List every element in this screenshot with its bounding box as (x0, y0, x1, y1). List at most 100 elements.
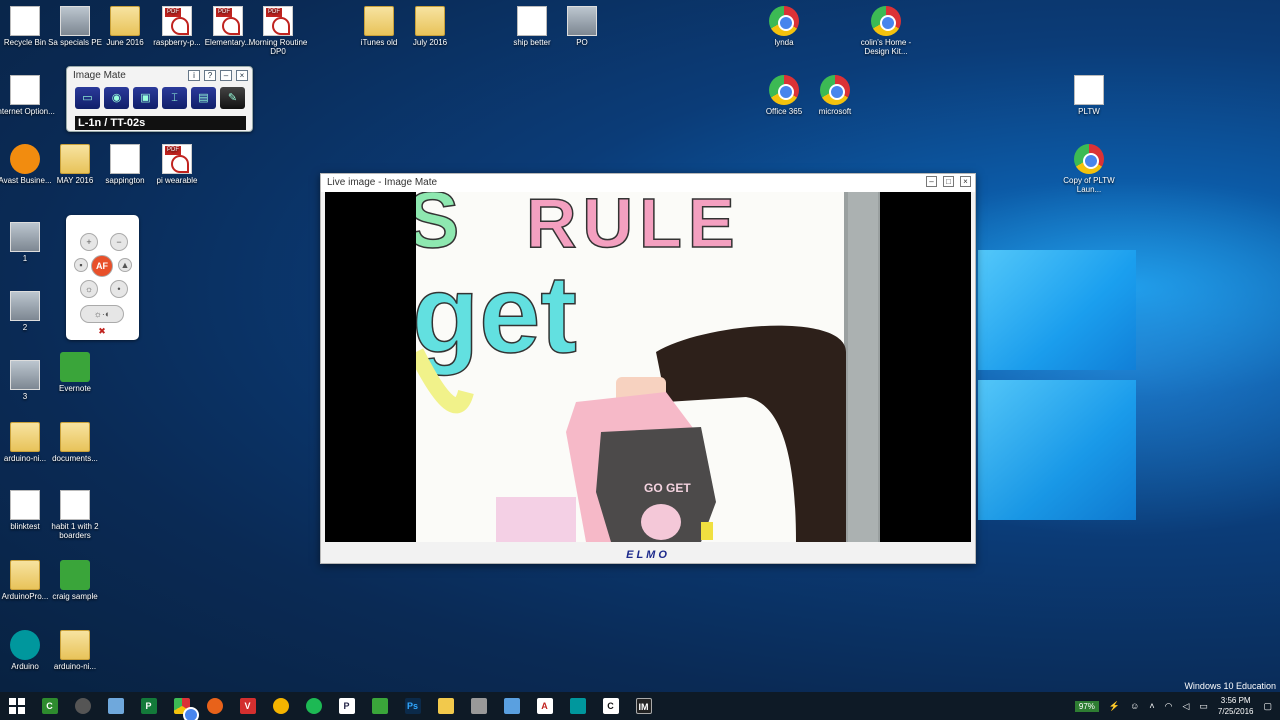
maximize-icon[interactable]: □ (943, 176, 954, 187)
autofocus-button[interactable]: AF (91, 255, 113, 277)
close-icon[interactable]: × (960, 176, 971, 187)
close-icon[interactable]: × (236, 70, 248, 81)
taskbar-app-camtasia[interactable]: C (33, 692, 66, 720)
close-icon[interactable]: ✖ (97, 326, 107, 336)
desktop-icon[interactable]: colin's Home - Design Kit... (854, 6, 918, 56)
desktop-icon[interactable]: Morning Routine DP0 (246, 6, 310, 56)
freeze-icon[interactable]: ▪ (74, 258, 88, 272)
desktop-icon-label: craig sample (52, 592, 98, 601)
thumb-icon (567, 6, 597, 36)
user-icon[interactable]: ☺ (1130, 701, 1139, 711)
desktop-icon-label: pi wearable (156, 176, 198, 185)
start-button[interactable] (0, 692, 33, 720)
taskbar-app-store[interactable] (462, 692, 495, 720)
cortana-icon (74, 698, 91, 714)
minimize-icon[interactable]: – (220, 70, 232, 81)
desktop-icon[interactable]: arduino-ni... (43, 630, 107, 671)
zoom-out-icon[interactable]: − (110, 233, 128, 251)
image-mate-icon: IM (635, 698, 652, 714)
green-icon (60, 560, 90, 590)
taskbar-app-chrome[interactable] (165, 692, 199, 720)
desktop-icon[interactable]: lynda (752, 6, 816, 47)
folder-icon (60, 422, 90, 452)
green-app-icon (371, 698, 388, 714)
network-icon[interactable]: ◠ (1165, 701, 1173, 712)
thumb-icon (60, 6, 90, 36)
c-app-icon: C (602, 698, 619, 714)
chrome-icon (769, 6, 799, 36)
folder-icon[interactable]: ▭ (75, 87, 100, 109)
desktop-icon[interactable]: craig sample (43, 560, 107, 601)
light-icon[interactable]: ☼ (80, 280, 98, 298)
annotate-icon[interactable]: ⌶ (162, 87, 187, 109)
doc-icon (10, 490, 40, 520)
desktop-icon[interactable]: 2 (0, 291, 57, 332)
desktop-icon[interactable]: documents... (43, 422, 107, 463)
photo-word-get: get (416, 253, 577, 376)
taskbar-app-norton[interactable] (264, 692, 297, 720)
settings-wrench-icon[interactable]: ✎ (220, 87, 245, 109)
chrome-icon (820, 75, 850, 105)
doc-icon (1074, 75, 1104, 105)
camera-control-widget[interactable]: + − ▪ AF ▲ ☼ • ☼·◐ ✖ (66, 215, 139, 340)
taskbar-app-green[interactable] (363, 692, 396, 720)
tablet-icon (107, 698, 124, 714)
desktop-icon[interactable]: PLTW (1057, 75, 1121, 116)
image-mate-title: Image Mate (73, 70, 126, 81)
desktop-icon-label: Internet Option... (0, 107, 55, 116)
thumb-icon (10, 360, 40, 390)
desktop-icon[interactable]: habit 1 with 2 boarders (43, 490, 107, 540)
desktop-icon[interactable]: Evernote (43, 352, 107, 393)
minimize-icon[interactable]: – (926, 176, 937, 187)
taskbar-app-arduino[interactable] (561, 692, 594, 720)
doc-icon (10, 75, 40, 105)
image-mate-toolbar[interactable]: Image Mate i ? – × ▭ ◉ ▣ ⌶ ▤ ✎ L-1n / TT… (66, 66, 253, 132)
power-plug-icon[interactable]: ⚡ (1109, 701, 1120, 712)
desktop-icon[interactable]: Internet Option... (0, 75, 57, 116)
chrome-icon (173, 698, 199, 720)
taskbar-app-publisher[interactable]: P (132, 692, 165, 720)
chevron-up-icon[interactable]: ˄ (1149, 701, 1154, 711)
clock[interactable]: 3:56 PM 7/25/2016 (1218, 695, 1254, 717)
taskbar-app-spotify[interactable] (297, 692, 330, 720)
taskbar-app-pandora[interactable]: P (330, 692, 363, 720)
taskbar-app-vivaldi[interactable]: V (231, 692, 264, 720)
taskbar-app-acrobat[interactable]: A (528, 692, 561, 720)
desktop-icon-label: Morning Routine DP0 (248, 38, 308, 56)
taskbar-app-firefox[interactable] (198, 692, 231, 720)
folder-icon (10, 560, 40, 590)
brightness-slider-icon[interactable]: ☼·◐ (80, 305, 124, 323)
taskbar-app-tablet[interactable] (99, 692, 132, 720)
taskbar-app-c[interactable]: C (594, 692, 627, 720)
desktop-icon-label: July 2016 (412, 38, 448, 47)
brightness-mode-icon[interactable]: ▲ (118, 258, 132, 272)
chrome-icon (1074, 144, 1104, 174)
desktop-icon[interactable]: Copy of PLTW Laun... (1057, 144, 1121, 194)
taskbar-app-photoshop[interactable]: Ps (396, 692, 429, 720)
taskbar-app-explorer[interactable] (429, 692, 462, 720)
info-icon[interactable]: i (188, 70, 200, 81)
windows-edition-watermark: Windows 10 Education (1184, 681, 1276, 691)
volume-icon[interactable]: ◁ (1182, 701, 1189, 712)
desktop-icon[interactable]: 1 (0, 222, 57, 263)
help-icon[interactable]: ? (204, 70, 216, 81)
zoom-in-icon[interactable]: + (80, 233, 98, 251)
desktop-icon[interactable]: PO (550, 6, 614, 47)
camtasia-icon: C (41, 698, 58, 714)
desktop-icon[interactable]: July 2016 (398, 6, 462, 47)
record-icon[interactable]: ▤ (191, 87, 216, 109)
keyboard-icon[interactable]: ▭ (1199, 701, 1208, 712)
folder-icon (60, 144, 90, 174)
live-image-window[interactable]: Live image - Image Mate – □ × S RULE get… (320, 173, 976, 564)
desktop-icon[interactable]: pi wearable (145, 144, 209, 185)
dot-icon[interactable]: • (110, 280, 128, 298)
battery-indicator[interactable]: 97% (1074, 700, 1099, 712)
taskbar-app-search[interactable] (66, 692, 99, 720)
folder-icon (110, 6, 140, 36)
desktop-icon[interactable]: microsoft (803, 75, 867, 116)
taskbar-app-snip[interactable] (495, 692, 528, 720)
display-icon[interactable]: ▣ (133, 87, 158, 109)
action-center-icon[interactable]: ▢ (1263, 701, 1272, 712)
camera-icon[interactable]: ◉ (104, 87, 129, 109)
taskbar-app-imagemate[interactable]: IM (627, 692, 660, 720)
